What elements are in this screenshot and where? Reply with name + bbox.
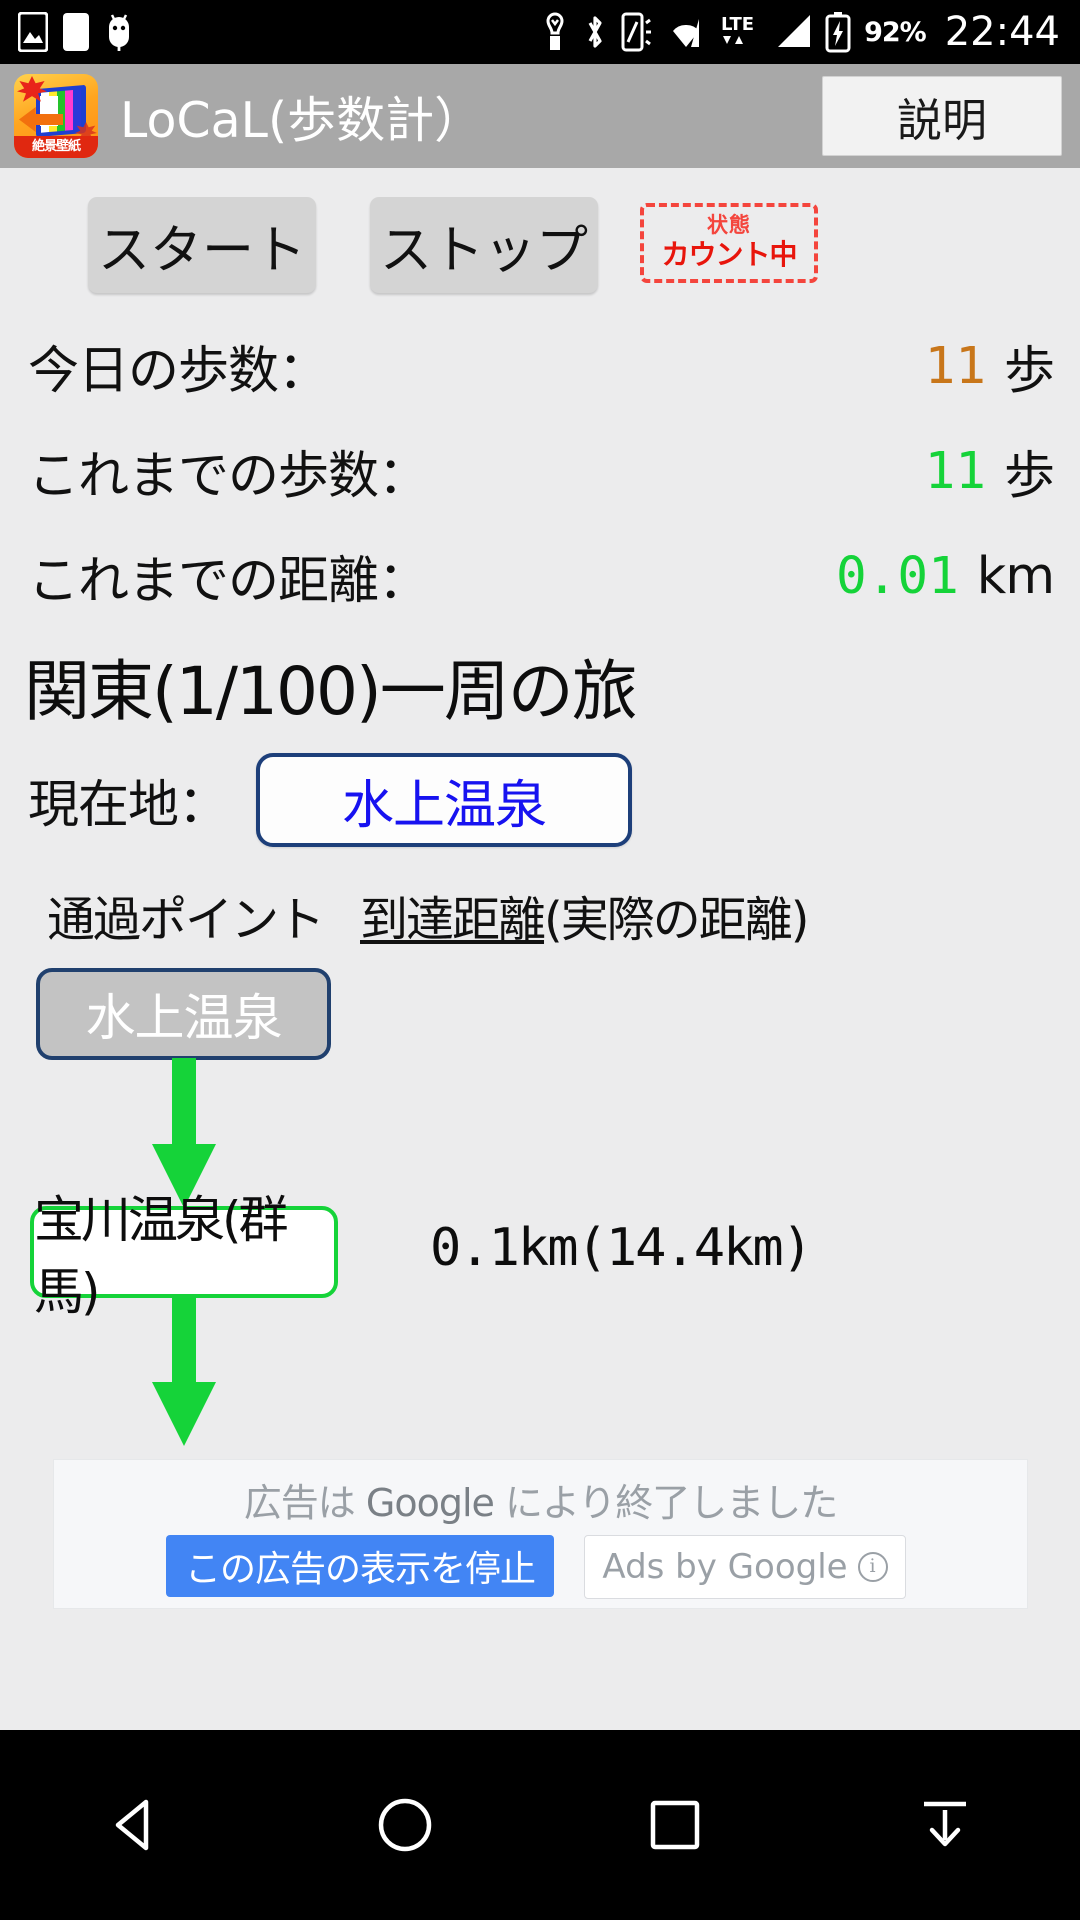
column-header-point: 通過ポイント xyxy=(47,892,325,948)
current-location-box[interactable]: 水上温泉 xyxy=(256,753,633,847)
back-triangle-icon xyxy=(115,1799,149,1851)
hide-keyboard-button[interactable] xyxy=(870,1750,1020,1900)
total-distance-row: これまでの距離： 0.01 km xyxy=(0,533,1080,619)
route-node-next-distance: 0.1km(14.4km) xyxy=(430,1218,813,1278)
route-node-current[interactable]: 水上温泉 xyxy=(36,968,331,1060)
home-button[interactable] xyxy=(330,1750,480,1900)
route-arrow-2 xyxy=(136,1296,232,1452)
status-bar-right-icons: LTE 92% 22:44 xyxy=(541,9,1080,55)
ad-notice: 広告は Google により終了しました xyxy=(54,1472,1027,1527)
home-circle-icon xyxy=(378,1798,432,1852)
bluetooth-icon xyxy=(588,16,602,48)
silent-phone-icon xyxy=(621,12,652,52)
recents-square-icon xyxy=(650,1800,700,1850)
current-location-value: 水上温泉 xyxy=(342,775,547,836)
route-table-header: 通過ポイント 到達距離(実際の距離) xyxy=(0,880,1080,950)
info-icon[interactable]: i xyxy=(857,1552,888,1582)
current-location-row: 現在地： 水上温泉 xyxy=(0,750,1080,850)
app-title: LoCaL(歩数計） xyxy=(120,91,484,149)
battery-charging-icon xyxy=(825,12,851,53)
total-steps-label: これまでの歩数： xyxy=(28,447,429,506)
today-steps-unit: 歩 xyxy=(1003,342,1055,401)
ads-by-google-label: Ads by Google xyxy=(602,1547,848,1587)
action-bar: 絶景壁紙 LoCaL(歩数計） 説明 xyxy=(0,64,1080,168)
current-location-label: 現在地： xyxy=(28,776,229,835)
app-icon: 絶景壁紙 xyxy=(14,74,98,158)
blank-note-icon xyxy=(63,13,89,51)
route-list: 水上温泉 宝川温泉(群馬) 0.1km(14.4km) xyxy=(0,968,1080,1488)
total-distance-unit: km xyxy=(976,546,1055,606)
vibrate-icon xyxy=(546,12,564,50)
control-row: スタート ストップ 状態 カウント中 xyxy=(0,197,1080,313)
start-button[interactable]: スタート xyxy=(88,197,316,293)
hide-keyboard-icon xyxy=(924,1801,966,1847)
ad-notice-prefix: 広告は xyxy=(243,1481,366,1525)
status-stamp: 状態 カウント中 xyxy=(640,203,818,283)
route-node-next[interactable]: 宝川温泉(群馬) xyxy=(30,1191,338,1321)
status-stamp-title: 状態 xyxy=(707,212,751,237)
app-icon-banner: 絶景壁紙 xyxy=(14,136,98,158)
status-bar: LTE 92% 22:44 xyxy=(0,0,1080,64)
wifi-icon xyxy=(673,19,700,47)
lte-icon: LTE xyxy=(721,14,754,44)
today-steps-row: 今日の歩数： 11 歩 xyxy=(0,323,1080,409)
total-steps-row: これまでの歩数： 11 歩 xyxy=(0,428,1080,514)
back-button[interactable] xyxy=(60,1750,210,1900)
status-bar-left-icons xyxy=(0,11,134,53)
ad-notice-brand: Google xyxy=(365,1481,495,1525)
android-debug-icon xyxy=(109,14,129,51)
battery-percent-label: 92% xyxy=(864,16,927,48)
column-header-distance-underlined: 到達距離 xyxy=(360,892,546,948)
ads-by-google-button[interactable]: Ads by Google i xyxy=(584,1535,906,1599)
today-steps-value: 11 xyxy=(924,336,986,396)
status-stamp-value: カウント中 xyxy=(661,237,797,271)
column-header-distance: 到達距離(実際の距離) xyxy=(360,880,809,950)
total-distance-value: 0.01 xyxy=(835,546,959,606)
svg-text:LTE: LTE xyxy=(721,14,754,35)
journey-title: 関東(1/100)一周の旅 xyxy=(24,653,638,730)
total-steps-value: 11 xyxy=(924,441,986,501)
signal-icon xyxy=(778,15,811,47)
column-header-distance-rest: (実際の距離) xyxy=(544,892,809,948)
total-distance-label: これまでの距離： xyxy=(28,552,429,611)
screenshot-icon xyxy=(18,12,48,52)
navigation-bar xyxy=(0,1730,1080,1920)
status-bar-clock: 22:44 xyxy=(944,9,1060,55)
ad-notice-suffix: により終了しました xyxy=(493,1481,838,1525)
main-content: スタート ストップ 状態 カウント中 今日の歩数： 11 歩 これまでの歩数： … xyxy=(0,168,1080,1638)
recents-button[interactable] xyxy=(600,1750,750,1900)
ad-banner: 広告は Google により終了しました この広告の表示を停止 Ads by G… xyxy=(53,1459,1028,1609)
today-steps-label: 今日の歩数： xyxy=(28,342,329,401)
help-button[interactable]: 説明 xyxy=(822,76,1062,156)
stop-button[interactable]: ストップ xyxy=(370,197,598,293)
total-steps-unit: 歩 xyxy=(1003,447,1055,506)
ad-stop-button[interactable]: この広告の表示を停止 xyxy=(166,1535,554,1597)
